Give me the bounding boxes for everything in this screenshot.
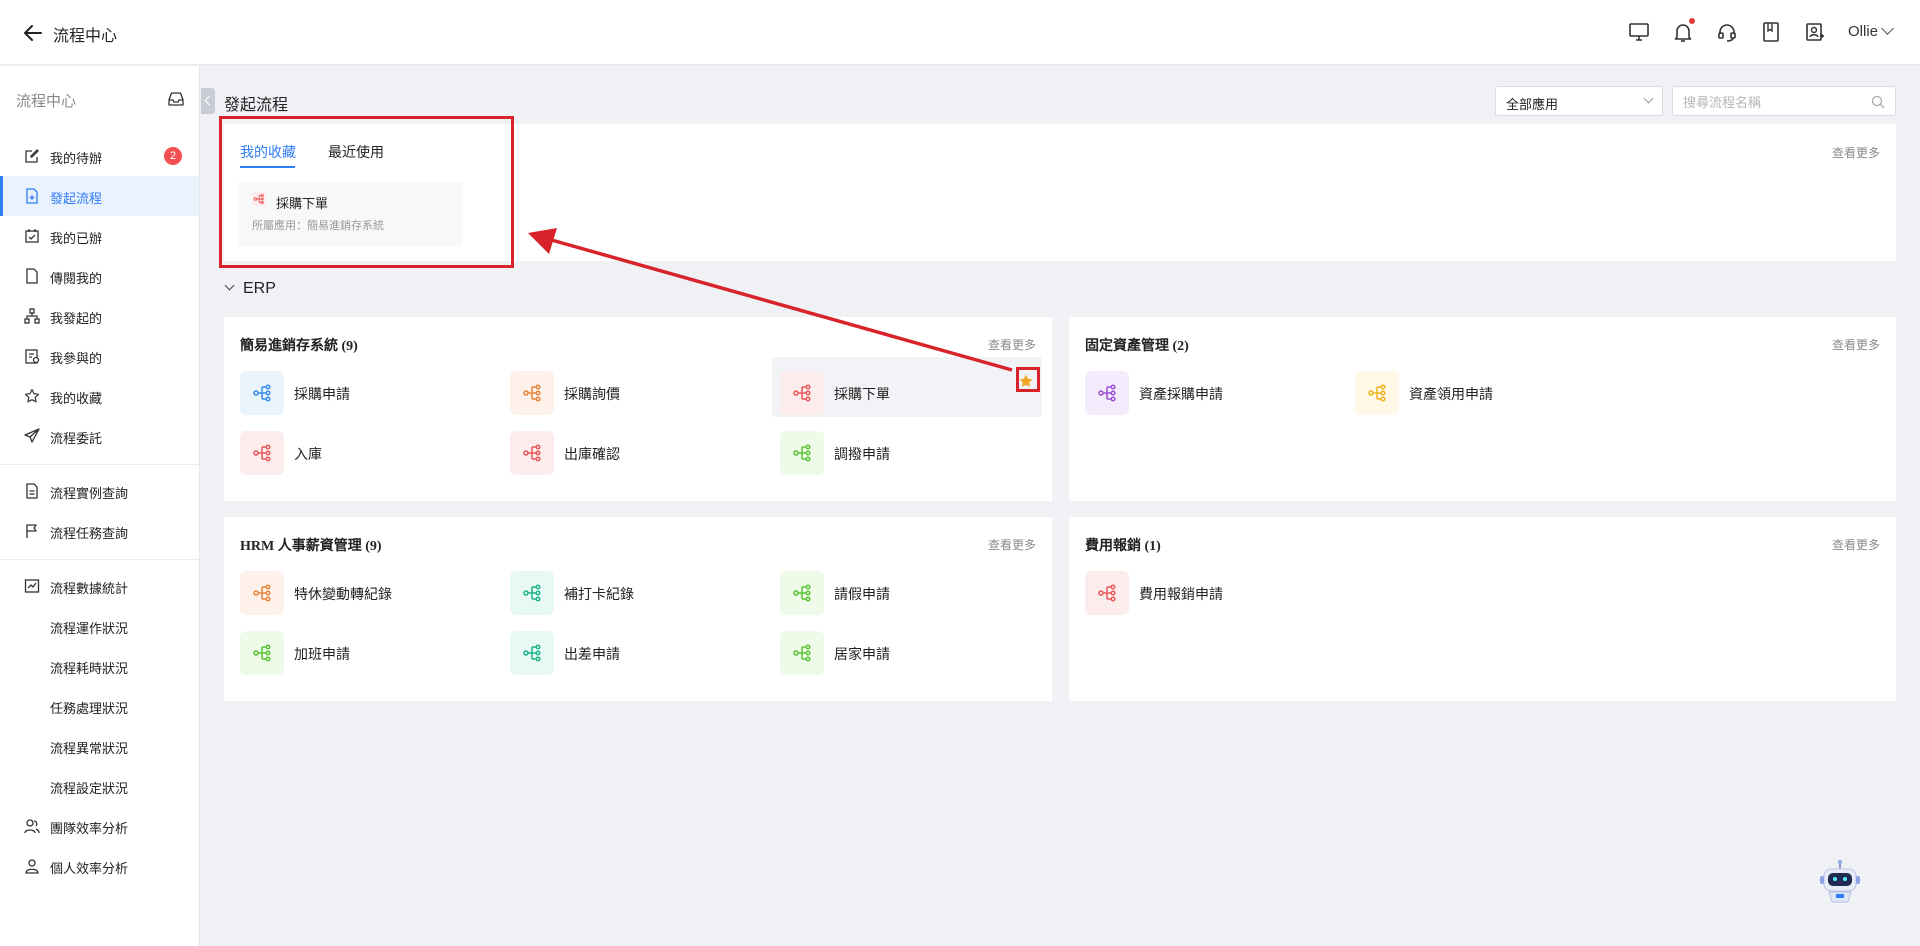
annotation-arrow (528, 228, 1013, 372)
robot-assistant-icon[interactable] (1815, 858, 1865, 908)
